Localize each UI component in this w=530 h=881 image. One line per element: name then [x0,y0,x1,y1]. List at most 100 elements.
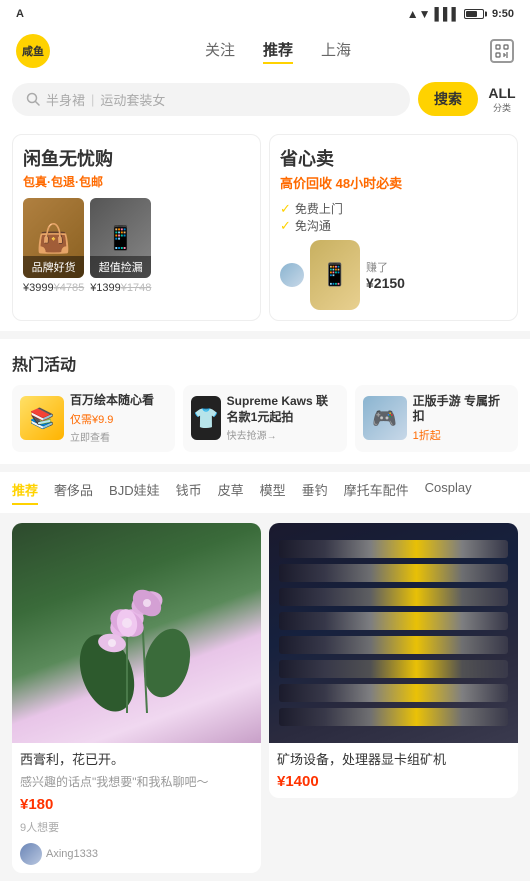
product-bag-label: 品牌好货 [23,256,84,278]
gpu-product-info: 矿场设备，处理器显卡组矿机 ¥1400 [269,743,518,798]
tab-follow[interactable]: 关注 [205,39,235,64]
hot-activities-title: 热门活动 [12,351,518,375]
grid-col-right: 矿场设备，处理器显卡组矿机 ¥1400 [269,523,518,873]
activity-book-link[interactable]: 立即查看 [70,429,154,444]
activity-game-desc: 1折起 [413,427,510,443]
gpu-title: 矿场设备，处理器显卡组矿机 [277,751,510,769]
logo-area: 咸鱼 [16,34,66,68]
gpu-row-2 [279,564,508,582]
product-phone[interactable]: 📱 超值捡漏 ¥1399¥1748 [90,198,151,294]
activities-row: 📚 百万绘本随心看 仅需¥9.9 立即查看 👕 Supreme Kaws 联名款… [12,385,518,452]
tab-recommend[interactable]: 推荐 [263,39,293,64]
nav-tabs: 关注 推荐 上海 [66,39,490,64]
cat-tab-coins[interactable]: 钱币 [176,480,202,505]
banner-right-bottom: 📱 赚了 ¥2150 [280,240,507,310]
grid-col-left: 西膏利，花已开。 感兴趣的话点"我想要"和我私聊吧～ ¥180 9人想要 Axi… [12,523,261,873]
flower-title: 西膏利，花已开。 [20,751,253,769]
product-bag[interactable]: 👜 品牌好货 ¥3999¥4785 [23,198,84,294]
banner-left-title: 闲鱼无忧购 [23,145,250,171]
carrier-label: A [16,8,24,20]
time-label: 9:50 [492,8,514,20]
banner-area: 闲鱼无忧购 包真·包退·包邮 👜 品牌好货 ¥3999¥4785 📱 超值捡漏 … [0,124,530,331]
status-bar: A ▲▼ ▌▌▌ 9:50 [0,0,530,28]
banner-left-products: 👜 品牌好货 ¥3999¥4785 📱 超值捡漏 ¥1399¥1748 [23,198,250,294]
banner-right-subtitle: 高价回收 48小时必卖 [280,173,507,192]
tab-shanghai[interactable]: 上海 [321,39,351,64]
search-input-wrap[interactable]: 半身裙 | 运动套装女 [12,83,410,116]
flower-subtitle: 感兴趣的话点"我想要"和我私聊吧～ [20,773,253,790]
scan-icon[interactable] [490,39,514,63]
seller-avatar-flower [20,843,42,865]
banner-right-title: 省心卖 [280,145,507,171]
seller-avatar [280,263,304,287]
gpu-row-1 [279,540,508,558]
gpu-row-4 [279,612,508,630]
signal-icon: ▌▌▌ [434,7,460,21]
check-item-2: ✓ 免沟通 [280,217,507,234]
banner-right[interactable]: 省心卖 高价回收 48小时必卖 ✓ 免费上门 ✓ 免沟通 📱 赚了 ¥2150 [269,134,518,321]
activity-game[interactable]: 🎮 正版手游 专属折扣 1折起 [355,385,518,452]
banner-left-subtitle: 包真·包退·包邮 [23,173,250,190]
product-gpu[interactable]: 矿场设备，处理器显卡组矿机 ¥1400 [269,523,518,798]
banner-left[interactable]: 闲鱼无忧购 包真·包退·包邮 👜 品牌好货 ¥3999¥4785 📱 超值捡漏 … [12,134,261,321]
activity-supreme[interactable]: 👕 Supreme Kaws 联名款1元起拍 快去抢源→ [183,385,346,452]
gpu-row-7 [279,684,508,702]
product-flower[interactable]: 西膏利，花已开。 感兴趣的话点"我想要"和我私聊吧～ ¥180 9人想要 Axi… [12,523,261,873]
activity-book[interactable]: 📚 百万绘本随心看 仅需¥9.9 立即查看 [12,385,175,452]
product-phone-label: 超值捡漏 [90,256,151,278]
gpu-rows [269,530,518,736]
activity-book-text: 百万绘本随心看 仅需¥9.9 立即查看 [70,393,154,444]
cat-tab-recommend[interactable]: 推荐 [12,480,38,505]
cat-tab-cosplay[interactable]: Cosplay [425,480,472,505]
search-button[interactable]: 搜索 [418,82,478,116]
search-placeholder1: 半身裙 [46,90,85,109]
gpu-row-6 [279,660,508,678]
banner-checks: ✓ 免费上门 ✓ 免沟通 [280,200,507,234]
book-image: 📚 [20,396,64,440]
gold-phone-img: 📱 [310,240,360,310]
category-tabs: 推荐 奢侈品 BJD娃娃 钱币 皮草 模型 垂钓 摩托车配件 Cosplay [0,472,530,513]
logo: 咸鱼 [16,34,50,68]
gpu-row-5 [279,636,508,654]
flower-image [12,523,261,743]
product-grid: 西膏利，花已开。 感兴趣的话点"我想要"和我私聊吧～ ¥180 9人想要 Axi… [0,515,530,881]
flower-seller[interactable]: Axing1333 [20,843,253,865]
activity-supreme-link[interactable]: 快去抢源→ [227,427,339,442]
flower-footer: 9人想要 [20,819,253,835]
product-phone-price: ¥1399¥1748 [90,282,151,294]
activity-book-title: 百万绘本随心看 [70,393,154,409]
flower-product-info: 西膏利，花已开。 感兴趣的话点"我想要"和我私聊吧～ ¥180 9人想要 Axi… [12,743,261,873]
cat-tab-model[interactable]: 模型 [260,480,286,505]
gpu-row-8 [279,708,508,726]
search-placeholder2: 运动套装女 [100,90,165,109]
activity-game-text: 正版手游 专属折扣 1折起 [413,394,510,443]
header: 咸鱼 关注 推荐 上海 [0,28,530,74]
gpu-row-3 [279,588,508,606]
search-bar: 半身裙 | 运动套装女 搜索 ALL 分类 [0,74,530,124]
flower-svg [77,553,197,713]
all-categories-button[interactable]: ALL 分类 [486,85,518,114]
search-icon [26,92,40,106]
game-image: 🎮 [363,396,407,440]
cat-tab-moto[interactable]: 摩托车配件 [344,480,409,505]
product-bag-price: ¥3999¥4785 [23,282,84,294]
status-right: ▲▼ ▌▌▌ 9:50 [407,7,514,21]
seller-name-flower: Axing1333 [46,848,98,860]
wifi-icon: ▲▼ [407,7,431,21]
activity-supreme-text: Supreme Kaws 联名款1元起拍 快去抢源→ [227,394,339,442]
activity-book-desc: 仅需¥9.9 [70,411,154,427]
tshirt-image: 👕 [191,396,220,440]
cat-tab-luxury[interactable]: 奢侈品 [54,480,93,505]
sold-note: 赚了 ¥2150 [366,259,405,291]
flower-price: ¥180 [20,796,253,813]
check-item-1: ✓ 免费上门 [280,200,507,217]
battery-fill [466,11,477,17]
cat-tab-fur[interactable]: 皮草 [218,480,244,505]
activity-supreme-title: Supreme Kaws 联名款1元起拍 [227,394,339,425]
activity-game-title: 正版手游 专属折扣 [413,394,510,425]
gpu-image [269,523,518,743]
gpu-price: ¥1400 [277,773,510,790]
cat-tab-bjd[interactable]: BJD娃娃 [109,480,160,505]
cat-tab-fishing[interactable]: 垂钓 [302,480,328,505]
battery-icon [464,9,484,19]
